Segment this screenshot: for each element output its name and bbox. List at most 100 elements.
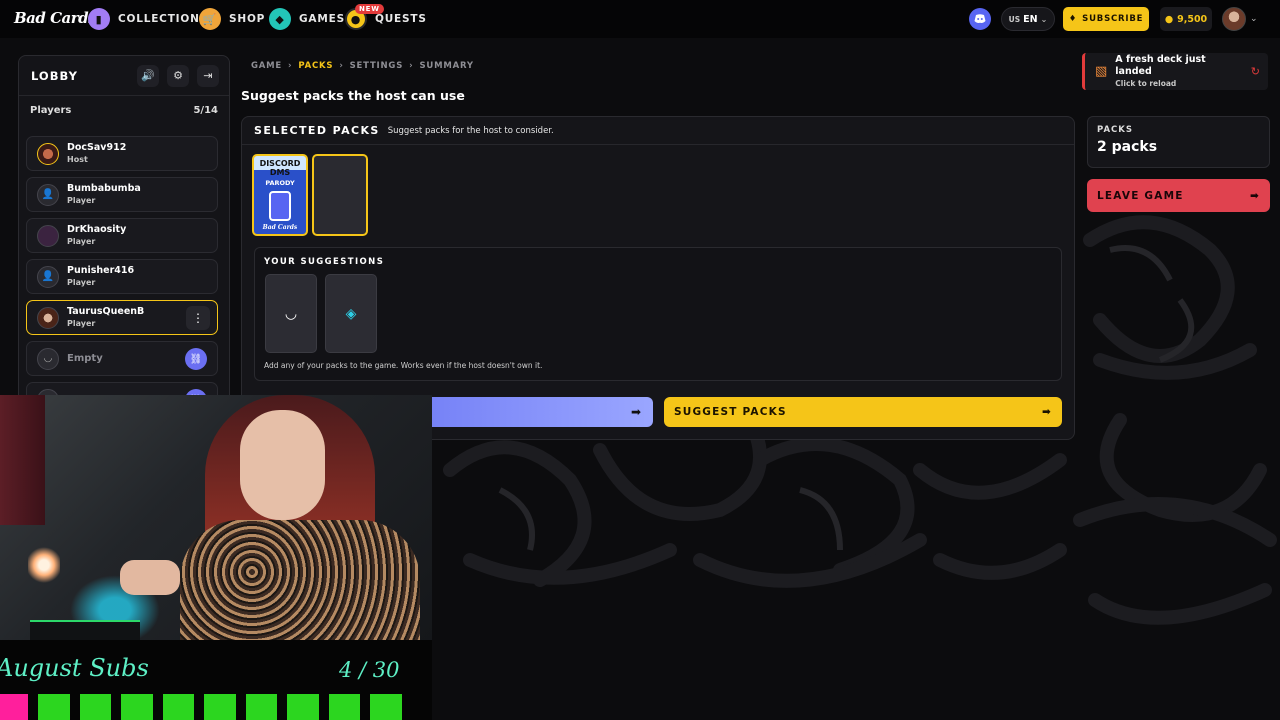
progress-segment: [163, 694, 194, 720]
layers-icon: ◈: [345, 305, 357, 322]
selected-packs-title: SELECTED PACKS: [254, 124, 380, 137]
country-code: US: [1008, 14, 1021, 24]
coin-balance[interactable]: ● 9,500: [1160, 7, 1212, 31]
player-name: DrKhaosity: [67, 223, 127, 235]
packs-count: 2 packs: [1097, 139, 1158, 155]
breadcrumb-game[interactable]: GAME: [251, 61, 282, 71]
dice-icon: ◆: [269, 8, 291, 30]
toast-title: A fresh deck just landed: [1115, 53, 1206, 77]
empty-slot-icon: ◡: [37, 347, 59, 370]
sub-goal-count: 4 / 30: [339, 658, 400, 682]
player-name: Punisher416: [67, 264, 135, 276]
exit-icon[interactable]: ⇥: [197, 64, 219, 87]
progress-segment: [287, 694, 319, 720]
sound-icon[interactable]: 🔊: [137, 64, 159, 87]
player-row[interactable]: DocSav912 Host: [26, 136, 218, 171]
gear-icon[interactable]: ⚙: [167, 64, 189, 87]
bad-cards-logo[interactable]: Bad Cards: [14, 9, 97, 27]
player-role: Player: [67, 277, 96, 287]
player-name: Bumbabumba: [67, 182, 141, 194]
player-role: Player: [67, 195, 96, 205]
suggestions-note: Add any of your packs to the game. Works…: [264, 361, 543, 370]
language-selector[interactable]: US EN ⌄: [1001, 7, 1055, 31]
packs-summary-card: PACKS 2 packs: [1087, 116, 1270, 168]
leave-game-button[interactable]: LEAVE GAME ➡: [1087, 179, 1270, 212]
coin-icon: ●: [1164, 13, 1174, 25]
player-name: DocSav912: [67, 141, 127, 153]
player-row[interactable]: DrKhaosity Player: [26, 218, 218, 253]
selected-packs-subtitle: Suggest packs for the host to consider.: [387, 125, 554, 136]
progress-segment: [0, 694, 28, 720]
selected-packs-panel: SELECTED PACKS Suggest packs for the hos…: [241, 116, 1075, 440]
player-name: TaurusQueenB: [67, 305, 145, 317]
pack-line-3: PARODY: [265, 179, 295, 187]
suggest-packs-button[interactable]: SUGGEST PACKS ➡: [664, 397, 1062, 427]
new-deck-toast[interactable]: ▧ A fresh deck just landed Click to relo…: [1082, 53, 1268, 90]
empty-slot[interactable]: ◡ Empty ⛓: [26, 341, 218, 376]
breadcrumb-settings[interactable]: SETTINGS: [350, 61, 404, 71]
player-row[interactable]: 👤 Punisher416 Player: [26, 259, 218, 294]
host-avatar: [37, 142, 59, 165]
webcam-overlay: [0, 395, 432, 640]
sub-goal-title: August Subs: [0, 654, 149, 682]
invite-link-icon[interactable]: ⛓: [185, 348, 207, 370]
nav-shop[interactable]: 🛒 SHOP: [199, 7, 265, 31]
suggestion-slot[interactable]: ◡: [265, 274, 317, 353]
user-avatar: [1222, 7, 1246, 31]
player-avatar: [37, 224, 59, 247]
pack-line-1: DISCORD: [259, 159, 301, 168]
nav-quests-label: QUESTS: [375, 13, 427, 25]
lobby-header: LOBBY 🔊 ⚙ ⇥: [19, 56, 229, 96]
nav-collection-label: COLLECTION: [118, 13, 200, 25]
top-navigation-bar: Bad Cards ▮ COLLECTION 🛒 SHOP ◆ GAMES ● …: [0, 0, 1280, 38]
nav-games[interactable]: ◆ GAMES: [269, 7, 345, 31]
subscribe-label: SUBSCRIBE: [1082, 14, 1144, 24]
user-icon: 👤: [37, 183, 59, 206]
sub-goal-overlay: August Subs 4 / 30: [0, 640, 432, 720]
leave-game-label: LEAVE GAME: [1097, 189, 1184, 202]
pack-card-empty[interactable]: [312, 154, 368, 236]
player-role: Player: [67, 236, 96, 246]
card-icon: ▮: [88, 8, 110, 30]
coin-amount: 9,500: [1177, 13, 1208, 25]
pack-line-2: DMS: [269, 168, 291, 177]
progress-segment: [80, 694, 111, 720]
profile-menu[interactable]: ⌄: [1222, 6, 1262, 32]
cart-icon: 🛒: [199, 8, 221, 30]
new-badge: NEW: [355, 4, 384, 14]
arrow-right-icon: ➡: [1250, 189, 1260, 202]
suggestion-slot[interactable]: ◈: [325, 274, 377, 353]
suggestions-title: YOUR SUGGESTIONS: [264, 257, 385, 267]
pack-card-discord-dms[interactable]: DISCORD DMS PARODY Bad Cards: [252, 154, 308, 236]
progress-segment: [329, 694, 360, 720]
player-role: Host: [67, 154, 88, 164]
phone-icon: [269, 191, 291, 221]
reload-icon[interactable]: ↻: [1251, 65, 1260, 78]
nav-collection[interactable]: ▮ COLLECTION: [88, 7, 200, 31]
progress-segment: [246, 694, 277, 720]
diamond-icon: ♦: [1068, 14, 1078, 24]
players-count: 5/14: [193, 105, 218, 116]
discord-button[interactable]: [969, 8, 991, 30]
progress-segment: [370, 694, 402, 720]
lobby-title: LOBBY: [31, 68, 78, 83]
page-title: Suggest packs the host can use: [241, 88, 465, 103]
selected-packs-header: SELECTED PACKS Suggest packs for the hos…: [242, 117, 1074, 145]
sub-goal-progress: [0, 694, 432, 720]
more-options-icon[interactable]: ⋮: [186, 306, 210, 330]
subscribe-button[interactable]: ♦ SUBSCRIBE: [1063, 7, 1149, 31]
nav-quests[interactable]: ● NEW QUESTS: [345, 4, 427, 31]
pack-brand: Bad Cards: [262, 224, 298, 231]
breadcrumb-summary[interactable]: SUMMARY: [419, 61, 473, 71]
players-header: Players 5/14: [19, 96, 229, 125]
player-row[interactable]: 👤 Bumbabumba Player: [26, 177, 218, 212]
progress-segment: [38, 694, 70, 720]
breadcrumb-packs[interactable]: PACKS: [298, 61, 333, 71]
packs-label: PACKS: [1097, 125, 1133, 135]
chevron-down-icon: ⌄: [1250, 14, 1258, 24]
player-row-selected[interactable]: TaurusQueenB Player ⋮: [26, 300, 218, 335]
smile-icon: ◡: [284, 305, 298, 322]
suggest-packs-label: SUGGEST PACKS: [674, 406, 787, 418]
progress-segment: [204, 694, 236, 720]
language-code: EN: [1023, 13, 1038, 25]
